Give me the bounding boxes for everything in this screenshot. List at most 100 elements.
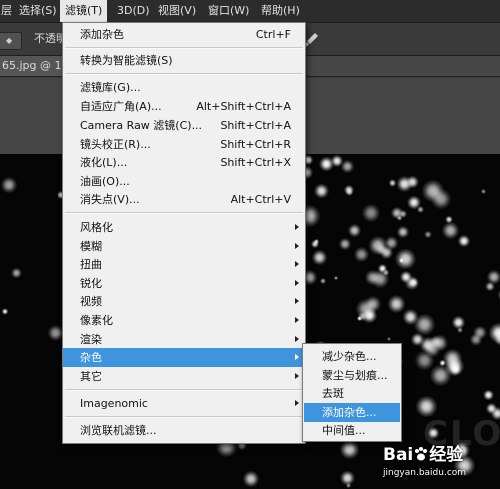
menu-item-label: 模糊: [80, 240, 102, 253]
menu-item-label: 风格化: [80, 221, 113, 234]
menu-filter[interactable]: 滤镜(T): [60, 0, 108, 22]
sparkle-dot: [319, 277, 327, 284]
sparkle-dot: [313, 183, 329, 199]
menu-item-shortcut: Shift+Ctrl+X: [220, 156, 291, 169]
sparkle-dot: [394, 248, 416, 270]
sparkle-dot: [486, 403, 497, 414]
sparkle-dot: [399, 258, 404, 263]
chevron-updown-icon: ◆: [6, 36, 13, 45]
sparkle-dot: [449, 363, 461, 375]
menu-separator: [65, 47, 303, 49]
menu-item-label: 添加杂色...: [322, 406, 377, 419]
submenu-item-add-noise[interactable]: 添加杂色...: [304, 403, 400, 422]
menu-view[interactable]: 视图(V): [153, 0, 201, 22]
menu-item-liquify[interactable]: 液化(L)... Shift+Ctrl+X: [63, 153, 305, 172]
menu-item-other[interactable]: 其它: [63, 367, 305, 386]
menu-item-shortcut: Alt+Ctrl+V: [230, 193, 291, 206]
sparkle-dot: [487, 270, 500, 284]
menu-item-filter-gallery[interactable]: 滤镜库(G)...: [63, 78, 305, 97]
sparkle-dot: [482, 389, 494, 401]
submenu-item-median[interactable]: 中间值...: [304, 421, 400, 440]
submenu-arrow-icon: [295, 224, 299, 230]
menu-item-label: 锐化: [80, 277, 102, 290]
submenu-arrow-icon: [295, 280, 299, 286]
menu-item-distort[interactable]: 扭曲: [63, 255, 305, 274]
noise-submenu: 减少杂色... 蒙尘与划痕... 去斑 添加杂色... 中间值...: [302, 343, 402, 442]
menu-item-label: 蒙尘与划痕...: [322, 369, 388, 382]
menu-separator: [65, 73, 303, 75]
sparkle-dot: [424, 230, 433, 239]
menu-item-label: 转换为智能滤镜(S): [80, 54, 173, 67]
sparkle-dot: [470, 333, 483, 346]
menu-select[interactable]: 选择(S): [14, 0, 62, 22]
menu-item-blur[interactable]: 模糊: [63, 237, 305, 256]
menu-item-adaptive-wide-angle[interactable]: 自适应广角(A)... Alt+Shift+Ctrl+A: [63, 97, 305, 116]
menu-window[interactable]: 窗口(W): [203, 0, 254, 22]
sparkle-dot: [430, 364, 452, 386]
menu-item-browse-online-filters[interactable]: 浏览联机滤镜...: [63, 421, 305, 440]
sparkle-dot: [442, 222, 460, 240]
menu-item-shortcut: Ctrl+F: [255, 28, 291, 41]
menu-item-label: 扭曲: [80, 258, 102, 271]
sparkle-dot: [407, 195, 421, 210]
menu-item-label: Camera Raw 滤镜(C)...: [80, 119, 203, 132]
sparkle-dot: [1, 308, 8, 315]
menu-item-oil-paint[interactable]: 油画(O)...: [63, 172, 305, 191]
menu-item-imagenomic[interactable]: Imagenomic: [63, 394, 305, 413]
menu-item-label: 渲染: [80, 333, 102, 346]
submenu-arrow-icon: [295, 298, 299, 304]
sparkle-dot: [353, 246, 370, 262]
menu-item-render[interactable]: 渲染: [63, 330, 305, 349]
tool-preset-select[interactable]: ◆: [0, 32, 22, 50]
menu-item-label: 液化(L)...: [80, 156, 128, 169]
menu-item-convert-smart-filter[interactable]: 转换为智能滤镜(S): [63, 51, 305, 70]
sparkle-dot: [388, 179, 396, 187]
sparkle-dot: [387, 336, 392, 341]
submenu-item-reduce-noise[interactable]: 减少杂色...: [304, 347, 400, 366]
sparkle-dot: [406, 175, 419, 189]
menu-item-vanishing-point[interactable]: 消失点(V)... Alt+Ctrl+V: [63, 190, 305, 209]
paw-icon: [415, 447, 428, 461]
submenu-item-despeckle[interactable]: 去斑: [304, 384, 400, 403]
sparkle-dot: [361, 307, 377, 324]
menu-item-stylize[interactable]: 风格化: [63, 218, 305, 237]
menu-item-label: 添加杂色: [80, 28, 124, 41]
menu-item-label: Imagenomic: [80, 397, 148, 410]
menu-item-video[interactable]: 视频: [63, 292, 305, 311]
submenu-arrow-icon: [295, 336, 299, 342]
menu-item-sharpen[interactable]: 锐化: [63, 274, 305, 293]
menu-separator: [65, 416, 303, 418]
watermark-url: jingyan.baidu.com: [383, 468, 467, 478]
sparkle-dot: [414, 314, 436, 336]
sparkle-dot: [388, 295, 406, 313]
menu-item-noise[interactable]: 杂色: [63, 348, 305, 367]
watermark-logo-left: Bai: [383, 445, 414, 465]
sparkle-dot: [339, 440, 359, 460]
menu-item-label: 中间值...: [322, 424, 366, 437]
menu-bar: 层 选择(S) 滤镜(T) 3D(D) 视图(V) 窗口(W) 帮助(H): [0, 0, 500, 23]
menu-item-label: 视频: [80, 295, 102, 308]
menu-item-label: 消失点(V)...: [80, 193, 140, 206]
sparkle-dot: [310, 240, 319, 248]
submenu-arrow-icon: [295, 400, 299, 406]
menu-item-label: 减少杂色...: [322, 350, 377, 363]
menu-item-pixelate[interactable]: 像素化: [63, 311, 305, 330]
menu-item-last-filter[interactable]: 添加杂色 Ctrl+F: [63, 25, 305, 44]
menu-help[interactable]: 帮助(H): [256, 0, 305, 22]
document-tab[interactable]: 65.jpg @ 10: [0, 56, 66, 76]
sparkle-dot: [488, 322, 500, 343]
submenu-item-dust-scratches[interactable]: 蒙尘与划痕...: [304, 366, 400, 385]
menu-item-camera-raw[interactable]: Camera Raw 滤镜(C)... Shift+Ctrl+A: [63, 116, 305, 135]
sparkle-dot: [458, 234, 471, 247]
menu-3d[interactable]: 3D(D): [112, 0, 155, 22]
sparkle-dot: [396, 215, 403, 221]
menu-item-label: 浏览联机滤镜...: [80, 424, 157, 437]
sparkle-dot: [319, 156, 334, 172]
menu-item-label: 其它: [80, 370, 102, 383]
sparkle-dot: [445, 215, 453, 224]
sparkle-dot: [333, 275, 339, 281]
menu-item-lens-correction[interactable]: 镜头校正(R)... Shift+Ctrl+R: [63, 135, 305, 154]
menu-item-label: 杂色: [80, 351, 102, 364]
sparkle-dot: [361, 203, 381, 222]
baidu-watermark: CLOM Bai经验 jingyan.baidu.com: [383, 414, 500, 484]
